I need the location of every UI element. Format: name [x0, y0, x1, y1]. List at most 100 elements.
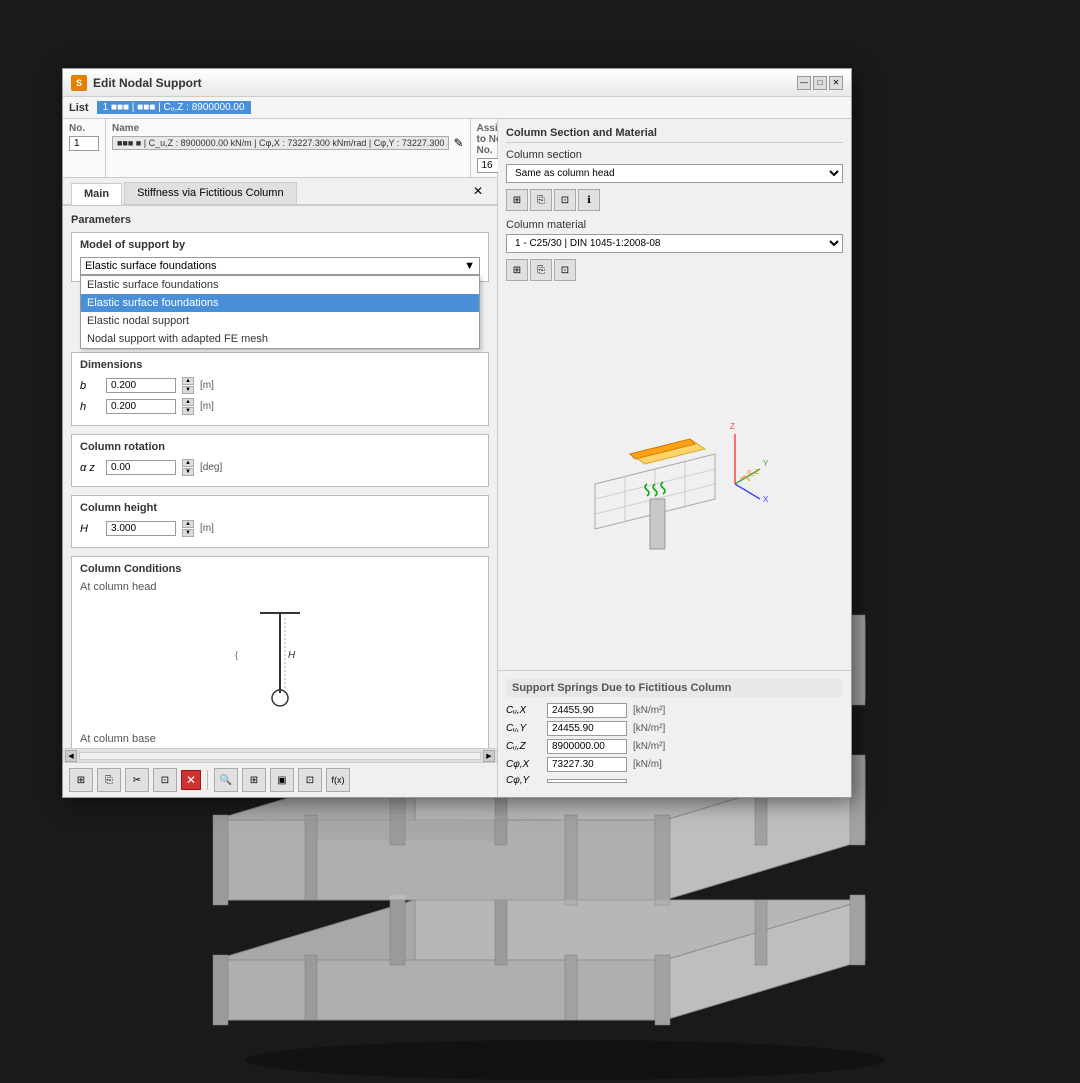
cu-z-value[interactable]: 8900000.00	[547, 739, 627, 754]
cu-y-value[interactable]: 24455.90	[547, 721, 627, 736]
h-label: h	[80, 401, 100, 413]
cu-y-row: Cᵤ,Y 24455.90 [kN/m²]	[506, 721, 843, 736]
material-copy-btn[interactable]: ⎘	[530, 259, 552, 281]
cu-x-value[interactable]: 24455.90	[547, 703, 627, 718]
model-selected-text: Elastic surface foundations	[85, 260, 216, 272]
h-input[interactable]: 0.200	[106, 399, 176, 414]
b-label: b	[80, 380, 100, 392]
cu-z-unit: [kN/m²]	[633, 741, 665, 752]
height-row: H 3.000 ▲ ▼ [m]	[80, 520, 480, 537]
toolbar-delete-btn[interactable]: ✕	[181, 770, 201, 790]
material-table-btn[interactable]: ⊞	[506, 259, 528, 281]
title-bar: S Edit Nodal Support — □ ✕	[63, 69, 851, 97]
tab-close-icon[interactable]: ✕	[467, 182, 489, 204]
no-value[interactable]: 1	[69, 136, 99, 151]
column-conditions-group: Column Conditions At column head	[71, 556, 489, 748]
name-value[interactable]: ■■■ ■ | C_u,Z : 8900000.00 kN/m | Cφ,X :…	[112, 136, 449, 150]
b-down-arrow[interactable]: ▼	[182, 386, 194, 394]
az-up-arrow[interactable]: ▲	[182, 459, 194, 467]
cu-x-unit: [kN/m²]	[633, 705, 665, 716]
col-section-header: Column Section and Material	[506, 127, 843, 143]
column-rotation-group: Column rotation α z 0.00 ▲ ▼ [deg]	[71, 434, 489, 487]
H-up-arrow[interactable]: ▲	[182, 520, 194, 528]
cp-y-row: Cφ,Y	[506, 775, 843, 786]
h-dimension-row: h 0.200 ▲ ▼ [m]	[80, 398, 480, 415]
cp-x-unit: [kN/m]	[633, 759, 662, 770]
maximize-button[interactable]: □	[813, 76, 827, 90]
svg-text:{: {	[235, 650, 238, 660]
horizontal-scrollbar[interactable]: ◀ ▶	[63, 748, 497, 762]
tab-fictitious-column[interactable]: Stiffness via Fictitious Column	[124, 182, 297, 204]
toolbar-copy-btn[interactable]: ⎘	[97, 768, 121, 792]
edit-icon[interactable]: ✎	[453, 136, 463, 150]
cu-z-label: Cᵤ,Z	[506, 741, 541, 752]
cp-y-label: Cφ,Y	[506, 775, 541, 786]
h-unit: [m]	[200, 401, 214, 412]
parameters-section: Parameters Model of support by Elastic s…	[63, 206, 497, 748]
h-up-arrow[interactable]: ▲	[182, 398, 194, 406]
material-expand-btn[interactable]: ⊡	[554, 259, 576, 281]
h-down-arrow[interactable]: ▼	[182, 407, 194, 415]
svg-text:Z: Z	[730, 422, 735, 431]
scroll-track[interactable]	[79, 752, 481, 760]
toolbar-cut-btn[interactable]: ✂	[125, 768, 149, 792]
model-dropdown-menu: Elastic surface foundations Elastic surf…	[80, 275, 480, 349]
dropdown-option-0[interactable]: Elastic surface foundations	[81, 276, 479, 294]
toolbar-function-btn[interactable]: f(x)	[326, 768, 350, 792]
dropdown-option-1[interactable]: Elastic surface foundations	[81, 294, 479, 312]
section-info-btn[interactable]: ℹ	[578, 189, 600, 211]
H-unit: [m]	[200, 523, 214, 534]
minimize-button[interactable]: —	[797, 76, 811, 90]
H-label: H	[80, 523, 100, 535]
toolbar-table-btn[interactable]: ⊞	[69, 768, 93, 792]
scroll-left-arrow[interactable]: ◀	[65, 750, 77, 762]
toolbar-separator-1	[207, 770, 208, 790]
tab-main[interactable]: Main	[71, 183, 122, 205]
b-up-arrow[interactable]: ▲	[182, 377, 194, 385]
right-panel: Column Section and Material Column secti…	[498, 119, 851, 797]
column-section-material: Column Section and Material Column secti…	[498, 119, 851, 297]
col-material-select[interactable]: 1 - C25/30 | DIN 1045-1:2008-08	[506, 234, 843, 253]
col-material-label: Column material	[506, 219, 843, 231]
toolbar-expand-btn[interactable]: ⊡	[153, 768, 177, 792]
h-spinner[interactable]: ▲ ▼	[182, 398, 194, 415]
support-springs-section: Support Springs Due to Fictitious Column…	[498, 670, 851, 797]
dropdown-option-2[interactable]: Elastic nodal support	[81, 312, 479, 330]
model-dropdown-wrapper: Elastic surface foundations ▼ Elastic su…	[80, 257, 480, 275]
edit-nodal-support-dialog: S Edit Nodal Support — □ ✕ List 1 ■■■ | …	[62, 68, 852, 798]
b-input[interactable]: 0.200	[106, 378, 176, 393]
toolbar-grid-btn[interactable]: ⊞	[242, 768, 266, 792]
toolbar-select-btn[interactable]: ▣	[270, 768, 294, 792]
toolbar-render-btn[interactable]: ⊡	[298, 768, 322, 792]
az-spinner[interactable]: ▲ ▼	[182, 459, 194, 476]
at-column-base-section: At column base Semi-rigid 50.00 ▲ ▼	[80, 733, 480, 748]
section-table-btn[interactable]: ⊞	[506, 189, 528, 211]
cp-y-value[interactable]	[547, 779, 627, 783]
cu-z-row: Cᵤ,Z 8900000.00 [kN/m²]	[506, 739, 843, 754]
section-expand-btn[interactable]: ⊡	[554, 189, 576, 211]
toolbar-search-btn[interactable]: 🔍	[214, 768, 238, 792]
parameters-header: Parameters	[71, 214, 489, 226]
az-down-arrow[interactable]: ▼	[182, 468, 194, 476]
column-height-group: Column height H 3.000 ▲ ▼ [m]	[71, 495, 489, 548]
b-spinner[interactable]: ▲ ▼	[182, 377, 194, 394]
close-button[interactable]: ✕	[829, 76, 843, 90]
svg-text:Y: Y	[763, 459, 769, 468]
col-section-select[interactable]: Same as column head	[506, 164, 843, 183]
left-panel: No. 1 Name ■■■ ■ | C_u,Z : 8900000.00 kN…	[63, 119, 498, 797]
section-copy-btn[interactable]: ⎘	[530, 189, 552, 211]
H-down-arrow[interactable]: ▼	[182, 529, 194, 537]
scroll-right-arrow[interactable]: ▶	[483, 750, 495, 762]
cp-x-value[interactable]: 73227.30	[547, 757, 627, 772]
model-dropdown-header[interactable]: Elastic surface foundations ▼	[80, 257, 480, 275]
list-selected-item[interactable]: 1 ■■■ | ■■■ | Cᵤ,Z : 8900000.00	[97, 101, 251, 114]
content-area: No. 1 Name ■■■ ■ | C_u,Z : 8900000.00 kN…	[63, 119, 851, 797]
col-material-dropdown-row: 1 - C25/30 | DIN 1045-1:2008-08	[506, 234, 843, 253]
cp-x-row: Cφ,X 73227.30 [kN/m]	[506, 757, 843, 772]
H-spinner[interactable]: ▲ ▼	[182, 520, 194, 537]
app-icon: S	[71, 75, 87, 91]
at-column-base-label: At column base	[80, 733, 480, 745]
dropdown-option-3[interactable]: Nodal support with adapted FE mesh	[81, 330, 479, 348]
H-input[interactable]: 3.000	[106, 521, 176, 536]
az-input[interactable]: 0.00	[106, 460, 176, 475]
